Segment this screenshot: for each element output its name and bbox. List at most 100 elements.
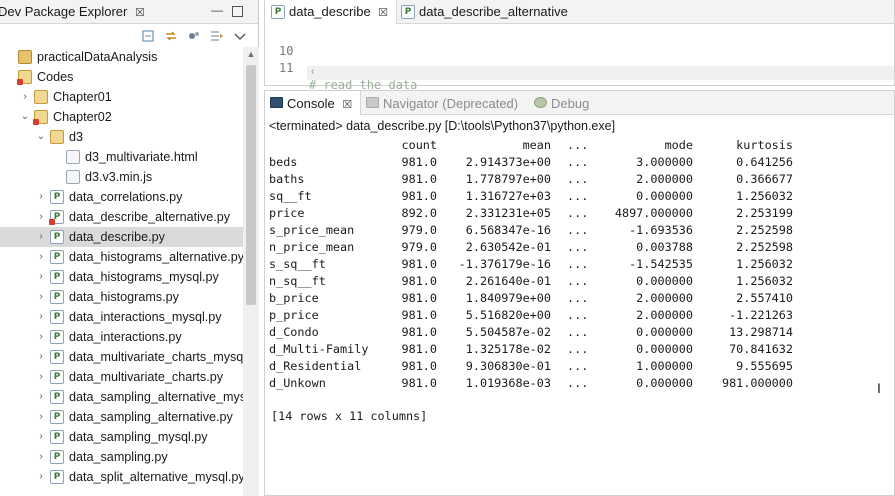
chevron-right-icon[interactable]: › bbox=[36, 267, 46, 287]
chevron-right-icon[interactable]: › bbox=[36, 387, 46, 407]
tab-data-describe-alternative[interactable]: P data_describe_alternative bbox=[395, 0, 576, 24]
chevron-right-icon[interactable]: › bbox=[36, 367, 46, 387]
close-icon[interactable]: ☒ bbox=[378, 7, 388, 19]
tab-console[interactable]: Console ☒ bbox=[265, 91, 362, 115]
console-output[interactable]: count mean ... mode kurtosis beds 981.0 2.… bbox=[269, 137, 793, 392]
tree-item[interactable]: Codes bbox=[0, 67, 243, 87]
tree-item[interactable]: d3.v3.min.js bbox=[0, 167, 243, 187]
tree-item[interactable]: › Pdata_sampling_alternative_mysql. bbox=[0, 387, 243, 407]
tree-item[interactable]: › Pdata_describe.py bbox=[0, 227, 243, 247]
code-line[interactable]: 11 # read the data bbox=[265, 43, 417, 92]
chevron-right-icon[interactable]: › bbox=[36, 347, 46, 367]
tree-item[interactable]: › Chapter01 bbox=[0, 87, 243, 107]
package-explorer-toolbar bbox=[140, 28, 248, 46]
chevron-right-icon[interactable]: › bbox=[36, 207, 46, 227]
row-name: price bbox=[269, 206, 305, 220]
python-file-icon: P bbox=[50, 190, 64, 204]
tree-item[interactable]: › Pdata_multivariate_charts_mysql.py bbox=[0, 347, 243, 367]
text-cursor-icon: I bbox=[877, 380, 881, 396]
chevron-right-icon[interactable]: › bbox=[20, 87, 30, 107]
row-ellipsis: ... bbox=[567, 376, 589, 390]
tree-item[interactable]: › Pdata_sampling_mysql.py bbox=[0, 427, 243, 447]
scrollbar-thumb[interactable] bbox=[246, 65, 256, 305]
link-with-editor-icon[interactable] bbox=[163, 28, 179, 44]
chevron-right-icon[interactable]: › bbox=[36, 287, 46, 307]
tree-item[interactable]: practicalDataAnalysis bbox=[0, 47, 243, 67]
tree-item[interactable]: › Pdata_histograms_alternative.py bbox=[0, 247, 243, 267]
header-mean: mean bbox=[522, 138, 551, 152]
tree-item[interactable]: › Pdata_interactions_mysql.py bbox=[0, 307, 243, 327]
close-icon[interactable]: ☒ bbox=[342, 99, 352, 111]
output-row: p_price 981.0 5.516820e+00... 2.000000 -1.22… bbox=[269, 307, 793, 324]
row-mean: 2.630542e-01 bbox=[465, 240, 551, 254]
row-mode: 0.000000 bbox=[636, 274, 693, 288]
chevron-right-icon[interactable]: › bbox=[36, 407, 46, 427]
tree-item[interactable]: › Pdata_interactions.py bbox=[0, 327, 243, 347]
tree-vertical-scrollbar[interactable]: ▲ bbox=[243, 47, 259, 496]
tree-item[interactable]: › Pdata_histograms.py bbox=[0, 287, 243, 307]
output-row: beds 981.0 2.914373e+00... 3.000000 0.641256 bbox=[269, 154, 793, 171]
tree-item[interactable]: ⌄ d3 bbox=[0, 127, 243, 147]
row-mean: 9.306830e-01 bbox=[465, 359, 551, 373]
collapse-all-icon[interactable] bbox=[140, 28, 156, 44]
header-kurtosis: kurtosis bbox=[736, 138, 793, 152]
console-tab-label: Console bbox=[287, 96, 335, 111]
tree-item[interactable]: › Pdata_histograms_mysql.py bbox=[0, 267, 243, 287]
package-explorer-tab[interactable]: Dev Package Explorer ☒ bbox=[0, 0, 151, 24]
output-row: baths 981.0 1.778797e+00... 2.000000 0.36667… bbox=[269, 171, 793, 188]
code-line[interactable]: 10 bbox=[265, 26, 294, 58]
scroll-up-arrow-icon[interactable]: ▲ bbox=[246, 49, 256, 59]
row-name: d_Unkown bbox=[269, 376, 326, 390]
output-row: n_price_mean 979.0 2.630542e-01... 0.003788… bbox=[269, 239, 793, 256]
chevron-right-icon[interactable]: › bbox=[36, 247, 46, 267]
chevron-right-icon[interactable]: › bbox=[36, 187, 46, 207]
row-name: s_sq__ft bbox=[269, 257, 326, 271]
python-file-icon: P bbox=[50, 350, 64, 364]
row-mode: 2.000000 bbox=[636, 172, 693, 186]
chevron-right-icon[interactable]: › bbox=[36, 427, 46, 447]
file-icon bbox=[66, 150, 80, 164]
tree-item[interactable]: › Pdata_split_alternative_mysql.py bbox=[0, 467, 243, 487]
tab-navigator[interactable]: Navigator (Deprecated) bbox=[361, 91, 526, 115]
row-mode: 0.000000 bbox=[636, 376, 693, 390]
chevron-right-icon[interactable]: › bbox=[36, 447, 46, 467]
tree-item[interactable]: › Pdata_multivariate_charts.py bbox=[0, 367, 243, 387]
tree-item[interactable]: › Pdata_correlations.py bbox=[0, 187, 243, 207]
chevron-right-icon[interactable]: › bbox=[36, 227, 46, 247]
tree-item[interactable]: › Pdata_describe_alternative.py bbox=[0, 207, 243, 227]
terminated-status: <terminated> data_describe.py [D:\tools\… bbox=[269, 119, 616, 133]
tree-item-label: Chapter01 bbox=[53, 90, 112, 104]
package-icon bbox=[50, 130, 64, 144]
chevron-down-icon[interactable]: ⌄ bbox=[20, 107, 30, 127]
focus-icon[interactable] bbox=[186, 28, 202, 44]
maximize-icon[interactable] bbox=[232, 6, 243, 17]
chevron-right-icon[interactable]: › bbox=[36, 327, 46, 347]
close-icon[interactable]: ☒ bbox=[135, 7, 145, 19]
file-icon bbox=[66, 170, 80, 184]
chevron-right-icon[interactable]: › bbox=[36, 467, 46, 487]
tree-item-label: d3.v3.min.js bbox=[85, 170, 153, 184]
tab-data-describe[interactable]: P data_describe ☒ bbox=[265, 0, 398, 24]
python-file-icon: P bbox=[50, 430, 64, 444]
package-folder-icon bbox=[17, 70, 32, 85]
view-menu-icon[interactable] bbox=[232, 28, 248, 44]
row-count: 981.0 bbox=[401, 291, 437, 305]
chevron-down-icon[interactable]: ⌄ bbox=[36, 127, 46, 147]
row-name: baths bbox=[269, 172, 305, 186]
scroll-left-arrow-icon[interactable]: ‹ bbox=[311, 66, 314, 77]
navigator-icon bbox=[366, 97, 379, 108]
tree-item[interactable]: d3_multivariate.html bbox=[0, 147, 243, 167]
editor-horizontal-scrollbar[interactable]: ‹ bbox=[307, 66, 894, 80]
row-kurtosis: 13.298714 bbox=[729, 325, 793, 339]
filter-icon[interactable] bbox=[209, 28, 225, 44]
tree-item[interactable]: › Pdata_sampling_alternative.py bbox=[0, 407, 243, 427]
tree-item[interactable]: › Pdata_sampling.py bbox=[0, 447, 243, 467]
header-count: count bbox=[401, 138, 437, 152]
tab-debug[interactable]: Debug bbox=[529, 91, 597, 115]
row-mean: 2.331231e+05 bbox=[465, 206, 551, 220]
row-count: 979.0 bbox=[401, 240, 437, 254]
tree-item[interactable]: ⌄ Chapter02 bbox=[0, 107, 243, 127]
line-number: 11 bbox=[279, 61, 294, 75]
minimize-icon[interactable]: — bbox=[210, 4, 224, 18]
chevron-right-icon[interactable]: › bbox=[36, 307, 46, 327]
